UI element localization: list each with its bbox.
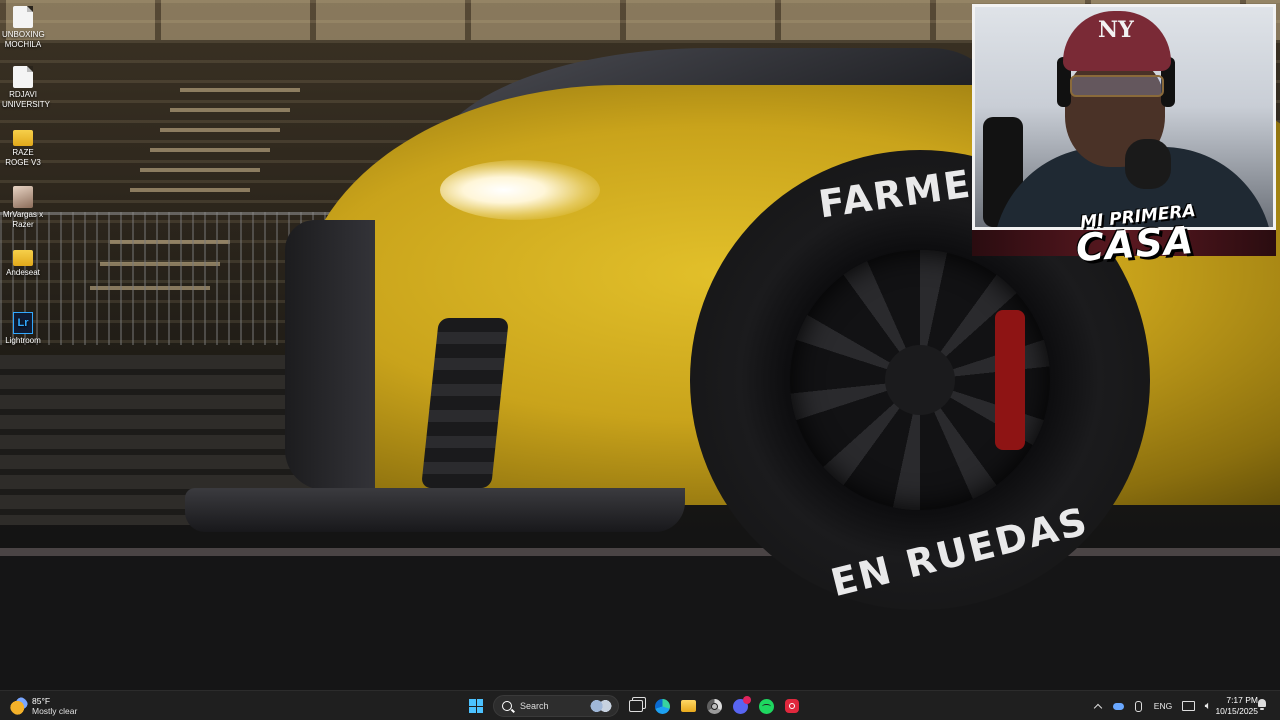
glasses [1070,75,1164,97]
search-highlight-icon [590,699,612,713]
stair-step [180,88,300,92]
stair-step [150,148,270,152]
cap-logo: NY [1098,17,1134,43]
notification-badge [742,695,751,704]
spotify-icon [758,698,774,714]
weather-temperature: 85°F [32,696,51,706]
notification-bell-icon[interactable] [1257,699,1267,710]
edge-icon [654,698,670,714]
task-view-icon [629,700,643,712]
image-file-icon [13,186,33,208]
webcam-overlay: NY [972,4,1276,230]
system-tray: ENG 🔈︎ [1088,694,1218,718]
microphone-icon [1125,139,1171,189]
clock-date: 10/15/2025 [1215,706,1258,716]
start-button[interactable] [463,694,489,718]
desktop-icon-lightroom[interactable]: Lr Lightroom [2,312,44,346]
race-track [0,548,1280,690]
clock-time: 7:17 PM [1226,695,1258,705]
windows-start-icon [469,699,483,713]
desktop-icon-raze-roge-v3[interactable]: RAZE ROGE V3 [2,126,44,168]
lightroom-icon: Lr [13,312,33,334]
file-explorer-button[interactable] [675,694,701,718]
network-button[interactable] [1178,694,1198,718]
document-icon [13,6,33,28]
microphone-icon [1134,700,1142,712]
desktop-icon-label: RDJAVI UNIVERSITY [2,90,51,109]
discord-button[interactable] [727,694,753,718]
discord-icon [732,695,751,714]
stair-step [130,188,250,192]
weather-icon [10,697,28,715]
chevron-up-icon [1093,703,1103,713]
brand-logo-line2: CASA [1074,217,1196,271]
desktop-icon-label: RAZE ROGE V3 [5,148,41,167]
desktop-icon-label: Andeseat [6,268,40,277]
desktop-icon-label: Lightroom [5,336,41,345]
search-icon [502,701,512,711]
red-app-button[interactable] [779,694,805,718]
stair-step [170,108,290,112]
car-front-splitter [185,488,685,532]
track-curb [0,548,1280,556]
wheel-hub [885,345,955,415]
desktop-icon-unboxing-mochila[interactable]: UNBOXING MOCHILA [2,6,45,50]
task-view-button[interactable] [623,694,649,718]
car-headlight [440,160,600,220]
desktop-icon-andeseat[interactable]: Andeseat [2,246,44,278]
file-explorer-icon [680,700,696,712]
weather-widget[interactable]: 85°F Mostly clear [10,695,77,717]
chrome-icon [706,698,722,714]
record-app-icon [785,699,799,713]
desktop-icon-rdjavi-university[interactable]: RDJAVI UNIVERSITY [2,66,50,110]
folder-icon [13,130,33,146]
clock[interactable]: 7:17 PM 10/15/2025 [1208,695,1258,717]
network-icon [1181,701,1195,711]
document-icon [13,66,33,88]
show-hidden-icons-button[interactable] [1088,694,1108,718]
stair-step [160,128,280,132]
taskbar-search[interactable]: Search [493,695,619,717]
edge-button[interactable] [649,694,675,718]
taskbar: 85°F Mostly clear Search ENG 🔈︎ 7:17 PM … [0,690,1280,720]
search-label: Search [520,701,549,711]
desktop-icon-label: MrVargas x Razer [2,210,44,229]
chrome-button[interactable] [701,694,727,718]
folder-icon [13,250,33,266]
weather-description: Mostly clear [32,706,78,716]
desktop-icon-label: UNBOXING MOCHILA [2,30,45,49]
language-indicator[interactable]: ENG [1148,694,1178,718]
desktop-icon-mrvargas-x-razer[interactable]: MrVargas x Razer [2,186,44,230]
spotify-button[interactable] [753,694,779,718]
brake-caliper [995,310,1025,450]
stair-step [140,168,260,172]
microphone-button[interactable] [1128,694,1148,718]
cloud-icon [1112,702,1124,710]
onedrive-button[interactable] [1108,694,1128,718]
taskbar-apps: Search [463,694,805,718]
car-nose [285,220,375,490]
